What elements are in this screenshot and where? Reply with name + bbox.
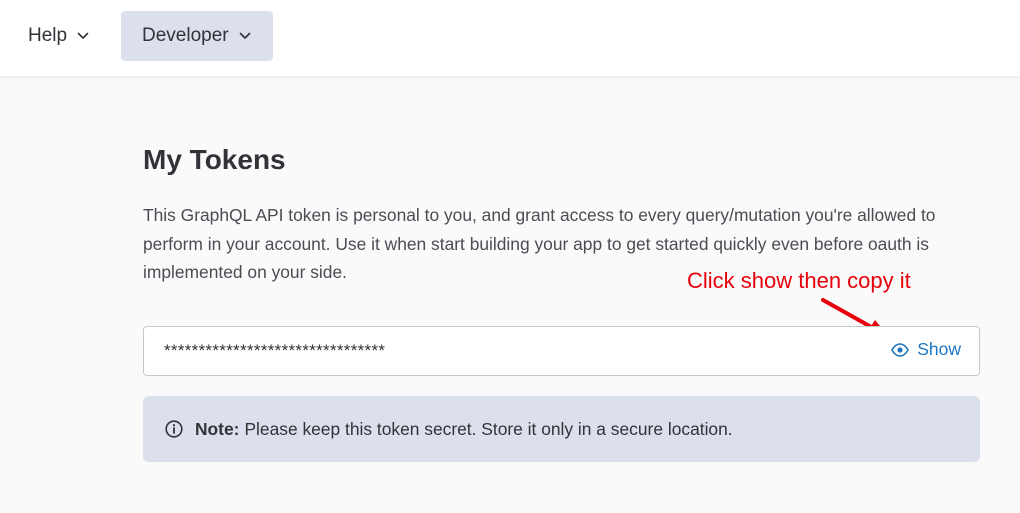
nav-help-label: Help: [28, 25, 68, 46]
show-label: Show: [917, 339, 961, 359]
chevron-down-icon: [77, 32, 89, 40]
main-content: My Tokens This GraphQL API token is pers…: [0, 77, 1020, 513]
top-navigation-bar: Help Developer: [0, 0, 1020, 76]
note-text: Please keep this token secret. Store it …: [244, 418, 733, 439]
nav-help-menu[interactable]: Help: [14, 11, 108, 61]
nav-developer-menu[interactable]: Developer: [121, 11, 273, 61]
eye-icon: [891, 342, 910, 357]
note-label: Note:: [195, 418, 240, 439]
page-title: My Tokens: [143, 144, 286, 175]
nav-developer-label: Developer: [142, 25, 229, 46]
show-token-button[interactable]: Show: [891, 339, 961, 360]
chevron-down-icon: [239, 32, 251, 40]
api-token-field[interactable]: ******************************** Show: [143, 326, 980, 376]
annotation-text: Click show then copy it: [687, 268, 911, 293]
token-value: ********************************: [164, 341, 386, 360]
note-banner: Note: Please keep this token secret. Sto…: [143, 396, 980, 462]
info-icon: [165, 420, 183, 438]
